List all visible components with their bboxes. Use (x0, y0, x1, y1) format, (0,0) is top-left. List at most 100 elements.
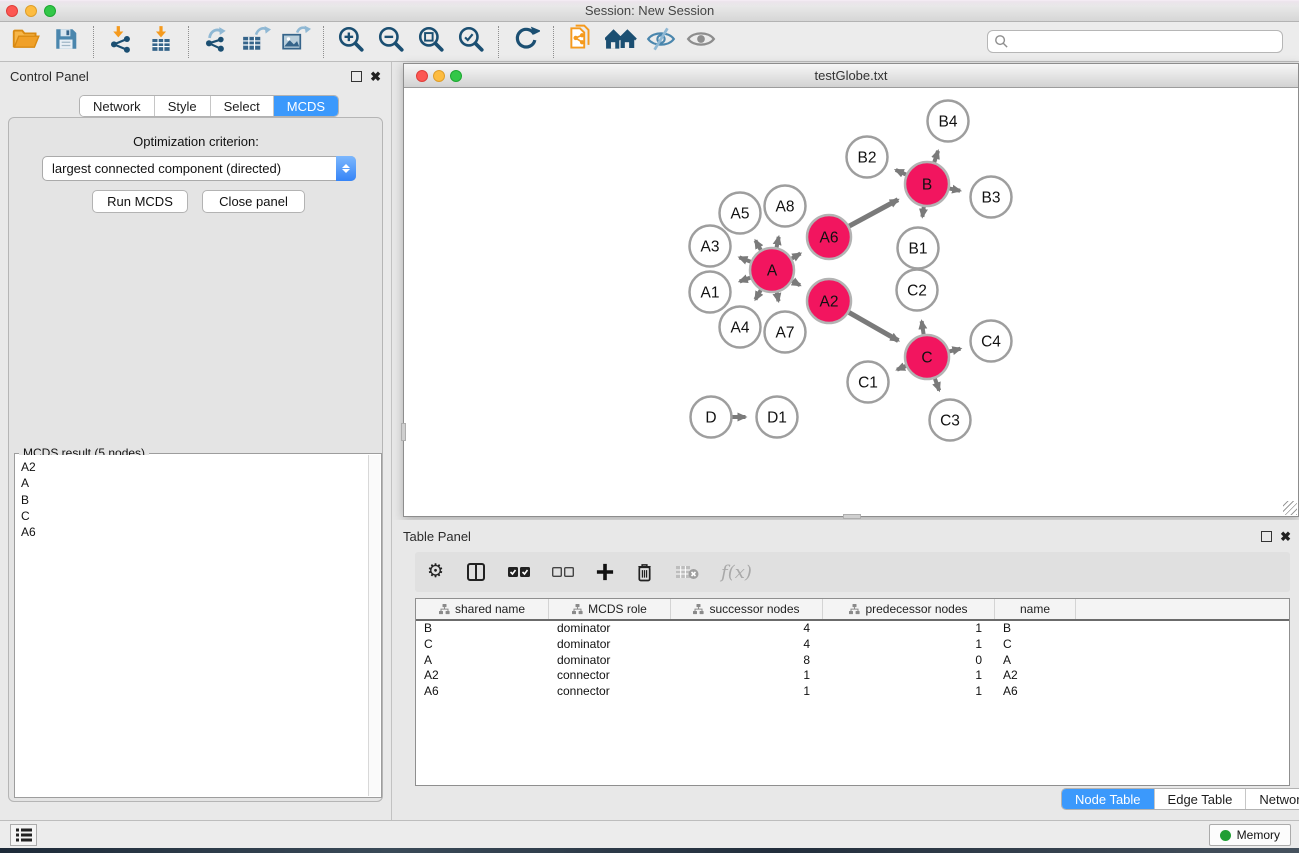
run-mcds-button[interactable]: Run MCDS (92, 190, 188, 213)
tab-edge-table[interactable]: Edge Table (1155, 789, 1247, 809)
graph-node-B2[interactable]: B2 (847, 137, 888, 178)
cell-name[interactable]: A2 (995, 668, 1076, 684)
graph-edge-C-C3[interactable] (935, 379, 939, 391)
close-table-panel-icon[interactable]: ✖ (1280, 531, 1291, 542)
graph-node-A3[interactable]: A3 (690, 226, 731, 267)
graph-edge-C-C4[interactable] (949, 349, 960, 352)
create-column-button[interactable] (596, 563, 614, 581)
tab-network-table[interactable]: Network Table (1246, 789, 1299, 809)
graph-node-C3[interactable]: C3 (930, 400, 971, 441)
cell-successor-nodes[interactable]: 1 (671, 668, 823, 684)
close-window-button[interactable] (6, 5, 18, 17)
close-panel-button[interactable]: Close panel (202, 190, 305, 213)
cell-shared-name[interactable]: C (416, 637, 549, 653)
frame-resize-handle-left[interactable] (401, 423, 406, 441)
table-row[interactable]: Cdominator41C (416, 637, 1289, 653)
graph-edge-A-A7[interactable] (777, 293, 779, 302)
network-close-button[interactable] (416, 70, 428, 82)
table-row[interactable]: Adominator80A (416, 653, 1289, 669)
graph-edge-B-B3[interactable] (950, 189, 961, 191)
graph-node-A4[interactable]: A4 (720, 307, 761, 348)
open-session-button[interactable] (6, 25, 46, 59)
zoom-selected-button[interactable] (451, 25, 491, 59)
cell-name[interactable]: C (995, 637, 1076, 653)
mcds-result-item[interactable]: A2 (21, 459, 368, 475)
graph-edge-A-A5[interactable] (755, 240, 760, 249)
select-all-rows-button[interactable] (508, 566, 530, 578)
import-table-button[interactable] (141, 25, 181, 59)
cell-predecessor-nodes[interactable]: 1 (823, 621, 995, 637)
cell-shared-name[interactable]: B (416, 621, 549, 637)
show-columns-button[interactable] (466, 562, 486, 582)
cell-name[interactable]: A (995, 653, 1076, 669)
cell-name[interactable]: A6 (995, 684, 1076, 700)
cell-MCDS-role[interactable]: dominator (549, 637, 671, 653)
graph-node-A5[interactable]: A5 (720, 193, 761, 234)
cell-successor-nodes[interactable]: 8 (671, 653, 823, 669)
graph-edge-A-A4[interactable] (755, 290, 760, 299)
cell-predecessor-nodes[interactable]: 1 (823, 668, 995, 684)
search-field[interactable] (987, 30, 1283, 53)
frame-resize-handle-bottom[interactable] (843, 514, 861, 519)
graph-edge-B-B1[interactable] (922, 207, 923, 217)
cell-successor-nodes[interactable]: 1 (671, 684, 823, 700)
graph-node-A6[interactable]: A6 (807, 215, 851, 259)
export-table-button[interactable] (236, 25, 276, 59)
zoom-window-button[interactable] (44, 5, 56, 17)
cell-name[interactable]: B (995, 621, 1076, 637)
graph-node-B1[interactable]: B1 (898, 228, 939, 269)
network-frame-title-bar[interactable]: testGlobe.txt (404, 64, 1298, 88)
cell-MCDS-role[interactable]: connector (549, 668, 671, 684)
export-image-button[interactable] (276, 25, 316, 59)
graph-edge-B-B4[interactable] (934, 151, 938, 162)
deselect-all-rows-button[interactable] (552, 566, 574, 578)
float-panel-icon[interactable] (351, 71, 362, 82)
tab-select[interactable]: Select (211, 96, 274, 116)
graph-node-B3[interactable]: B3 (971, 177, 1012, 218)
zoom-in-button[interactable] (331, 25, 371, 59)
graph-edge-A-A6[interactable] (792, 254, 801, 259)
graph-node-D[interactable]: D (691, 397, 732, 438)
table-row[interactable]: A2connector11A2 (416, 668, 1289, 684)
new-session-from-network-button[interactable] (561, 25, 601, 59)
home-button[interactable] (601, 25, 641, 59)
cell-MCDS-role[interactable]: dominator (549, 653, 671, 669)
tab-network[interactable]: Network (80, 96, 155, 116)
minimize-window-button[interactable] (25, 5, 37, 17)
frame-resize-grip[interactable] (1283, 501, 1297, 515)
graph-node-C4[interactable]: C4 (971, 321, 1012, 362)
graph-edge-A6-B[interactable] (849, 200, 898, 226)
graph-node-A1[interactable]: A1 (690, 272, 731, 313)
graph-edge-A-A8[interactable] (777, 237, 779, 248)
cell-predecessor-nodes[interactable]: 0 (823, 653, 995, 669)
graph-node-A8[interactable]: A8 (765, 186, 806, 227)
cell-shared-name[interactable]: A (416, 653, 549, 669)
task-history-button[interactable] (10, 824, 37, 846)
close-panel-icon[interactable]: ✖ (370, 71, 381, 82)
delete-column-button[interactable] (636, 562, 653, 582)
mcds-result-item[interactable]: A (21, 475, 368, 491)
memory-button[interactable]: Memory (1209, 824, 1291, 846)
cell-predecessor-nodes[interactable]: 1 (823, 684, 995, 700)
network-minimize-button[interactable] (433, 70, 445, 82)
graph-node-B[interactable]: B (905, 162, 949, 206)
table-settings-button[interactable]: ⚙ (427, 562, 444, 582)
cell-MCDS-role[interactable]: connector (549, 684, 671, 700)
column-header-shared-name[interactable]: shared name (416, 599, 549, 619)
table-row[interactable]: A6connector11A6 (416, 684, 1289, 700)
graph-edge-C-C2[interactable] (922, 321, 924, 334)
graph-node-A[interactable]: A (750, 248, 794, 292)
column-header-name[interactable]: name (995, 599, 1076, 619)
mcds-result-item[interactable]: C (21, 508, 368, 524)
graph-node-B4[interactable]: B4 (928, 101, 969, 142)
cell-shared-name[interactable]: A2 (416, 668, 549, 684)
criterion-dropdown[interactable]: largest connected component (directed) (42, 156, 356, 181)
cell-shared-name[interactable]: A6 (416, 684, 549, 700)
cell-successor-nodes[interactable]: 4 (671, 637, 823, 653)
mcds-result-scrollbar[interactable] (368, 455, 380, 796)
column-header-MCDS-role[interactable]: MCDS role (549, 599, 671, 619)
graph-edge-A-A2[interactable] (792, 281, 800, 285)
float-table-panel-icon[interactable] (1261, 531, 1272, 542)
graph-node-C2[interactable]: C2 (897, 270, 938, 311)
column-header-predecessor-nodes[interactable]: predecessor nodes (823, 599, 995, 619)
